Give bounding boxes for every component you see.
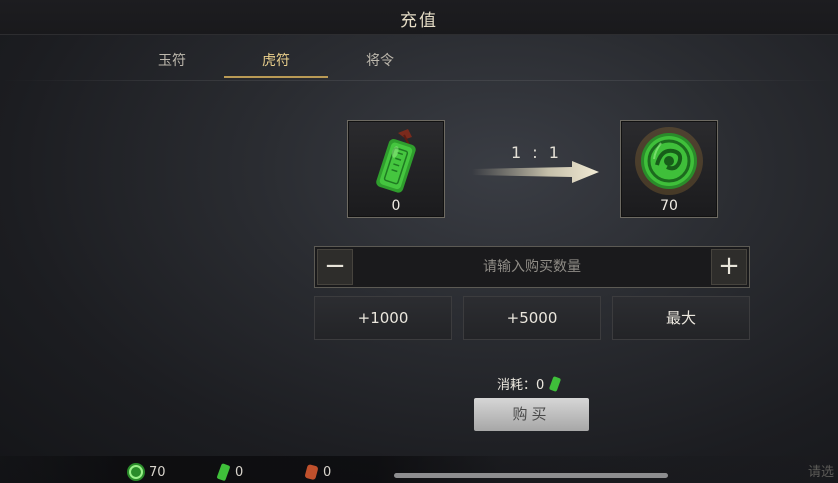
green-tally-icon [549, 376, 562, 392]
green-tally-icon [217, 463, 230, 481]
max-button[interactable]: 最大 [612, 296, 750, 340]
currency-jade-coin: 70 [126, 462, 166, 482]
tab-yufu[interactable]: 玉符 [120, 50, 224, 76]
currency-green-tally: 0 [214, 462, 243, 482]
jade-tally-icon [376, 129, 416, 193]
jade-disc-coin-icon [635, 127, 703, 195]
home-indicator[interactable] [394, 473, 668, 478]
currency-jade-coin-value: 70 [149, 464, 166, 480]
red-tally-icon [305, 464, 318, 480]
source-item-count: 0 [391, 198, 401, 214]
buy-button[interactable]: 购买 [474, 398, 589, 431]
page-title: 充值 [400, 11, 438, 31]
jade-coin-icon [127, 463, 145, 481]
source-item-slot: 0 [347, 120, 445, 218]
cost-label: 消耗： [497, 378, 537, 393]
tab-divider [0, 80, 838, 81]
footer-hint: 请选 [807, 465, 834, 480]
arrow-right-icon [472, 161, 599, 183]
currency-red-tally: 0 [302, 462, 331, 482]
tab-hufu[interactable]: 虎符 [224, 50, 328, 78]
currency-green-tally-value: 0 [235, 464, 244, 480]
cost-value: 0 [536, 378, 545, 393]
target-item-slot: 70 [620, 120, 718, 218]
currency-red-tally-value: 0 [323, 464, 332, 480]
target-item-count: 70 [660, 198, 678, 214]
quantity-input[interactable] [355, 249, 709, 285]
add-5000-button[interactable]: +5000 [463, 296, 601, 340]
tab-jiangling[interactable]: 将令 [328, 50, 432, 76]
cost-display: 消耗：0 [497, 374, 562, 393]
decrease-button[interactable]: − [317, 249, 353, 285]
add-1000-button[interactable]: +1000 [314, 296, 452, 340]
title-bar: 充值 [0, 0, 838, 35]
increase-button[interactable]: + [711, 249, 747, 285]
quantity-stepper: − + [314, 246, 750, 288]
